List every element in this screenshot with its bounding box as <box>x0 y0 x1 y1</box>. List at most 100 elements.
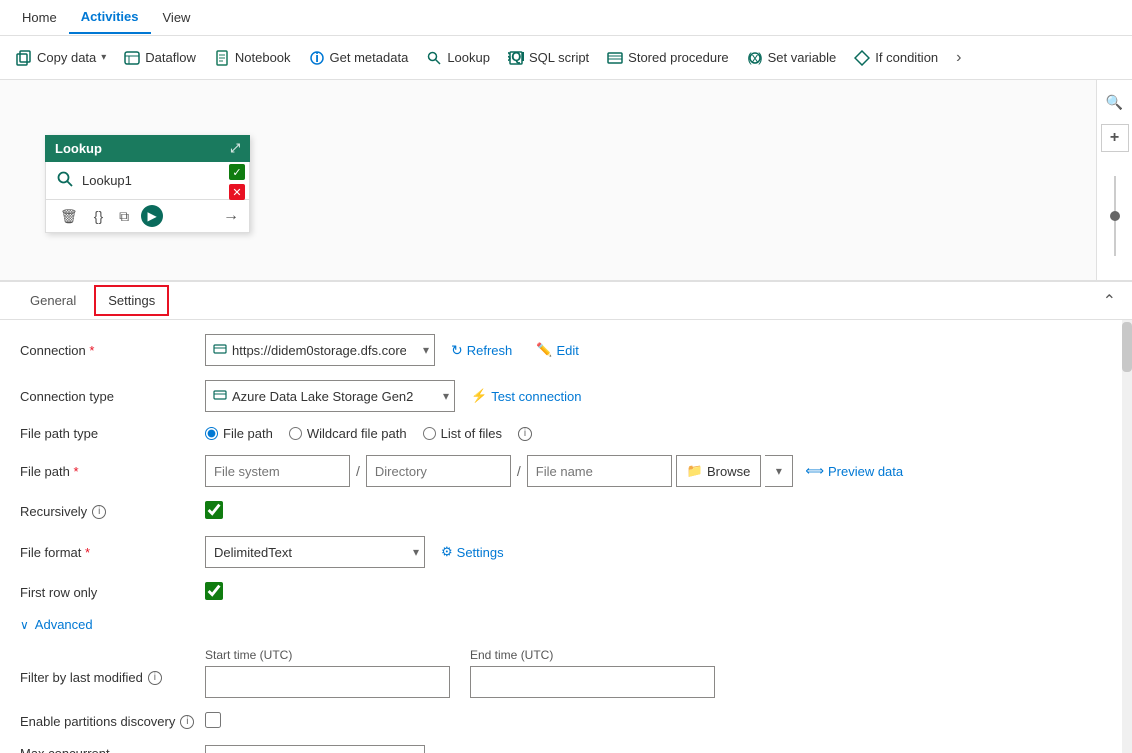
zoom-slider[interactable] <box>1114 160 1116 272</box>
max-concurrent-controls <box>205 745 425 753</box>
svg-text:(x): (x) <box>747 50 762 65</box>
sql-script-button[interactable]: SQL SQL script <box>500 45 597 71</box>
panel-collapse-button[interactable]: ⌃ <box>1103 291 1116 311</box>
end-time-group: End time (UTC) <box>470 648 715 698</box>
enable-partitions-label: Enable partitions discovery i <box>20 714 195 729</box>
file-path-sep-2: / <box>515 463 523 479</box>
file-path-type-row: File path type File path Wildcard file p… <box>20 426 1112 441</box>
advanced-label: Advanced <box>35 617 93 632</box>
radio-wildcard[interactable]: Wildcard file path <box>289 426 407 441</box>
browse-dropdown-button[interactable]: ▾ <box>765 455 793 487</box>
zoom-slider-track <box>1114 176 1116 256</box>
file-format-select[interactable]: DelimitedText <box>205 536 425 568</box>
enable-partitions-checkbox[interactable] <box>205 712 221 728</box>
svg-text:SQL: SQL <box>508 50 524 64</box>
dataflow-button[interactable]: Dataflow <box>116 45 204 71</box>
stored-procedure-button[interactable]: Stored procedure <box>599 45 736 71</box>
file-path-type-controls: File path Wildcard file path List of fil… <box>205 426 532 441</box>
notebook-label: Notebook <box>235 50 291 65</box>
panel-tabs: General Settings <box>16 285 169 316</box>
first-row-only-checkbox[interactable] <box>205 582 223 600</box>
if-condition-button[interactable]: If condition <box>846 45 946 71</box>
file-format-settings-button[interactable]: ⚙ Settings <box>433 540 512 564</box>
search-canvas-button[interactable]: 🔍 <box>1101 88 1129 116</box>
connection-select[interactable]: https://didem0storage.dfs.core.w... <box>205 334 435 366</box>
copy-data-dropdown: ▾ <box>101 52 106 63</box>
notebook-icon <box>214 50 230 66</box>
zoom-in-button[interactable]: + <box>1101 124 1129 152</box>
connection-type-select[interactable]: Azure Data Lake Storage Gen2 <box>205 380 455 412</box>
node-delete-button[interactable]: 🗑 <box>56 206 82 227</box>
set-variable-button[interactable]: (x) Set variable <box>739 45 845 71</box>
nav-view[interactable]: View <box>151 2 203 33</box>
success-checkmark-icon: ✓ <box>229 164 245 180</box>
dataflow-icon <box>124 50 140 66</box>
preview-icon: ⟺ <box>805 463 824 479</box>
scrollbar[interactable] <box>1122 320 1132 753</box>
edit-button[interactable]: ✏️ Edit <box>528 338 587 362</box>
recursively-controls <box>205 501 223 522</box>
radio-list-of-files[interactable]: List of files <box>423 426 502 441</box>
partitions-info-icon: i <box>180 715 194 729</box>
max-concurrent-input[interactable] <box>205 745 425 753</box>
lookup-node: Lookup ⤢ Lookup1 ✓ ✕ 🗑 {} ⧉ <box>45 135 250 233</box>
set-variable-label: Set variable <box>768 50 837 65</box>
connection-type-controls: Azure Data Lake Storage Gen2 ▾ ⚡ Test co… <box>205 380 590 412</box>
tab-settings[interactable]: Settings <box>94 285 169 316</box>
notebook-button[interactable]: Notebook <box>206 45 299 71</box>
browse-button[interactable]: 📁 Browse <box>676 455 762 487</box>
lookup-node-actions: 🗑 {} ⧉ ▶ → <box>45 200 250 233</box>
enable-partitions-row: Enable partitions discovery i <box>20 712 1112 731</box>
file-path-row: File path * / / 📁 Browse ▾ <box>20 455 1112 487</box>
file-system-input[interactable] <box>205 455 350 487</box>
connection-type-row: Connection type Azure Data Lake Storage … <box>20 380 1112 412</box>
lookup-node-name: Lookup1 <box>82 173 132 188</box>
edit-icon: ✏️ <box>536 342 552 358</box>
file-name-input[interactable] <box>527 455 672 487</box>
connection-controls: https://didem0storage.dfs.core.w... ▾ ↻ … <box>205 334 587 366</box>
lookup-icon <box>426 50 442 66</box>
stored-procedure-icon <box>607 50 623 66</box>
file-format-select-wrapper: DelimitedText ▾ <box>205 536 425 568</box>
connection-type-label: Connection type <box>20 389 195 404</box>
main-content: Lookup ⤢ Lookup1 ✓ ✕ 🗑 {} ⧉ <box>0 80 1132 751</box>
radio-wildcard-label: Wildcard file path <box>307 426 407 441</box>
file-path-label: File path * <box>20 464 195 479</box>
node-copy-button[interactable]: ⧉ <box>115 206 133 227</box>
refresh-button[interactable]: ↻ Refresh <box>443 338 520 363</box>
lookup-button[interactable]: Lookup <box>418 45 498 71</box>
recursively-checkbox[interactable] <box>205 501 223 519</box>
tab-general[interactable]: General <box>16 285 90 316</box>
more-button[interactable]: › <box>948 44 969 72</box>
nav-home[interactable]: Home <box>10 2 69 33</box>
get-metadata-button[interactable]: i Get metadata <box>301 45 417 71</box>
advanced-toggle[interactable]: ∨ Advanced <box>20 617 1112 632</box>
copy-data-button[interactable]: Copy data ▾ <box>8 45 114 71</box>
nav-activities[interactable]: Activities <box>69 1 151 34</box>
node-run-button[interactable]: ▶ <box>141 205 163 227</box>
lookup-node-header: Lookup ⤢ <box>45 135 250 162</box>
directory-input[interactable] <box>366 455 511 487</box>
start-time-group: Start time (UTC) <box>205 648 450 698</box>
radio-file-path[interactable]: File path <box>205 426 273 441</box>
error-x-icon: ✕ <box>229 184 245 200</box>
start-time-input[interactable] <box>205 666 450 698</box>
refresh-icon: ↻ <box>451 342 463 359</box>
recursively-row: Recursively i <box>20 501 1112 522</box>
right-controls: 🔍 + <box>1096 80 1132 280</box>
file-path-sep-1: / <box>354 463 362 479</box>
preview-data-button[interactable]: ⟺ Preview data <box>797 459 911 483</box>
canvas[interactable]: Lookup ⤢ Lookup1 ✓ ✕ 🗑 {} ⧉ <box>0 80 1132 280</box>
enable-partitions-controls <box>205 712 221 731</box>
end-time-label: End time (UTC) <box>470 648 715 662</box>
node-expand-icon[interactable]: ⤢ <box>230 141 240 156</box>
dataflow-label: Dataflow <box>145 50 196 65</box>
if-condition-label: If condition <box>875 50 938 65</box>
end-time-input[interactable] <box>470 666 715 698</box>
file-format-controls: DelimitedText ▾ ⚙ Settings <box>205 536 512 568</box>
node-code-button[interactable]: {} <box>90 206 107 226</box>
canvas-and-panel: Lookup ⤢ Lookup1 ✓ ✕ 🗑 {} ⧉ <box>0 80 1132 751</box>
first-row-only-label: First row only <box>20 585 195 600</box>
test-connection-button[interactable]: ⚡ Test connection <box>463 384 590 408</box>
radio-file-path-label: File path <box>223 426 273 441</box>
